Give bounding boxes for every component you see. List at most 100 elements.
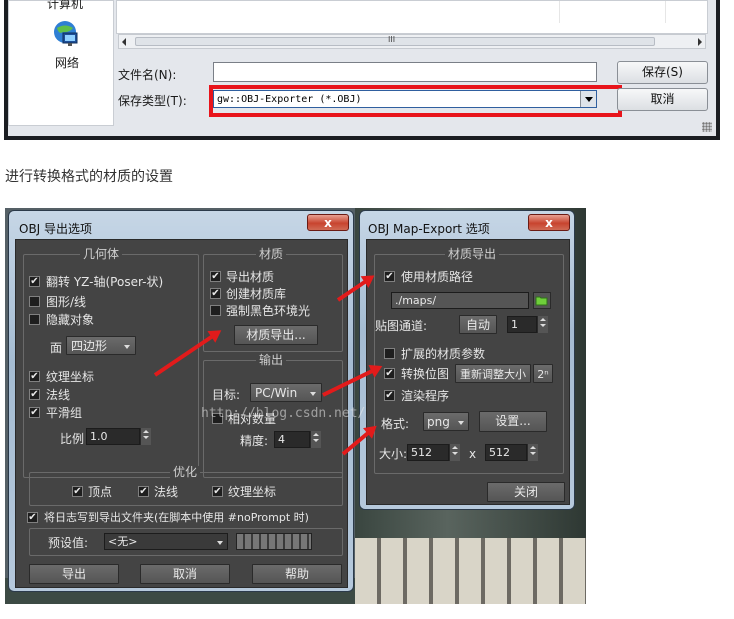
save-dialog: 计算机 网络 III 文件名(N): 保存类型(T): gw::OBJ-Expo…	[4, 0, 720, 140]
filetype-label: 保存类型(T):	[118, 94, 187, 108]
map-export-panel: 材质导出 ✔ 使用材质路径 ./maps/ 贴图通道: 自动 1 扩展的材质参数…	[366, 239, 570, 505]
settings-button[interactable]: 设置...	[479, 411, 547, 432]
close-button[interactable]: x	[307, 214, 349, 231]
preset-buttons-icon[interactable]	[236, 533, 312, 550]
render-procedurals-checkbox[interactable]: ✔	[384, 390, 395, 401]
viewport-scene	[355, 538, 586, 604]
output-title: 输出	[256, 354, 287, 367]
scale-label: 比例	[60, 432, 85, 446]
flip-yz-checkbox[interactable]: ✔	[29, 276, 40, 287]
save-dialog-body: 计算机 网络 III 文件名(N): 保存类型(T): gw::OBJ-Expo…	[8, 0, 716, 136]
opt-normals-checkbox[interactable]: ✔	[138, 486, 149, 497]
optimize-title: 优化	[170, 466, 201, 479]
extended-params-checkbox[interactable]	[384, 348, 395, 359]
optimize-group: 优化 ✔ 顶点 ✔ 法线 ✔ 纹理坐标	[29, 466, 343, 506]
width-spinner[interactable]	[449, 444, 460, 461]
material-path-input[interactable]: ./maps/	[391, 292, 529, 309]
width-input[interactable]: 512	[407, 444, 449, 461]
material-title: 材质	[256, 248, 287, 261]
preset-dropdown[interactable]: <无>	[104, 533, 228, 550]
folder-icon[interactable]	[533, 292, 551, 309]
shapes-lines-label: 图形/线	[46, 295, 87, 309]
window-title: OBJ 导出选项	[19, 222, 93, 236]
file-list[interactable]	[116, 0, 708, 34]
precision-label: 精度:	[240, 434, 269, 448]
auto-button[interactable]: 自动	[459, 315, 497, 334]
convert-bitmaps-label: 转换位图	[401, 367, 450, 381]
material-export-group: 材质导出 ✔ 使用材质路径 ./maps/ 贴图通道: 自动 1 扩展的材质参数…	[374, 248, 564, 474]
power-of-two-button[interactable]: 2ⁿ	[533, 364, 553, 383]
network-icon[interactable]	[51, 19, 79, 49]
scroll-thumb[interactable]: III	[135, 35, 655, 46]
extended-params-label: 扩展的材质参数	[401, 347, 486, 361]
render-procedurals-label: 渲染程序	[401, 389, 450, 403]
scale-spinner[interactable]	[140, 428, 151, 445]
computer-label[interactable]: 计算机	[47, 0, 83, 12]
faces-dropdown[interactable]: 四边形	[66, 336, 136, 355]
places-sidebar: 计算机 网络	[8, 0, 114, 126]
force-black-ambient-label: 强制黑色环境光	[226, 304, 311, 318]
close-dialog-button[interactable]: 关闭	[487, 482, 565, 502]
use-material-path-checkbox[interactable]: ✔	[384, 271, 395, 282]
resize-grip-icon[interactable]	[702, 122, 712, 132]
faces-label: 面	[50, 341, 63, 355]
shapes-lines-checkbox[interactable]	[29, 296, 40, 307]
material-export-button[interactable]: 材质导出...	[234, 325, 318, 345]
scroll-left-arrow-icon[interactable]	[122, 38, 126, 46]
hidden-objects-checkbox[interactable]	[29, 314, 40, 325]
highlight-box	[209, 85, 622, 117]
export-button[interactable]: 导出	[29, 564, 119, 584]
chevron-down-icon	[458, 421, 464, 425]
chevron-down-icon	[217, 541, 223, 545]
scroll-right-arrow-icon[interactable]	[698, 38, 702, 46]
export-materials-label: 导出材质	[226, 270, 275, 284]
texture-coords-checkbox[interactable]: ✔	[29, 371, 40, 382]
force-black-ambient-checkbox[interactable]	[210, 305, 221, 316]
normals-checkbox[interactable]: ✔	[29, 389, 40, 400]
opt-texcoords-checkbox[interactable]: ✔	[212, 486, 223, 497]
preset-label: 预设值:	[48, 536, 89, 550]
faces-value: 四边形	[71, 339, 108, 353]
geometry-title: 几何体	[80, 248, 123, 261]
smoothing-groups-checkbox[interactable]: ✔	[29, 407, 40, 418]
map-channel-label: 贴图通道:	[375, 319, 428, 333]
write-log-checkbox[interactable]: ✔	[27, 512, 38, 523]
filename-label: 文件名(N):	[118, 68, 177, 82]
create-mat-lib-checkbox[interactable]: ✔	[210, 288, 221, 299]
column-divider	[665, 1, 666, 23]
size-x-label: x	[469, 447, 477, 461]
preset-value: <无>	[108, 535, 138, 548]
resize-button[interactable]: 重新调整大小	[455, 364, 531, 383]
map-channel-input[interactable]: 1	[507, 316, 537, 333]
format-dropdown[interactable]: png	[423, 412, 469, 431]
export-materials-checkbox[interactable]: ✔	[210, 271, 221, 282]
height-input[interactable]: 512	[485, 444, 527, 461]
watermark: http://blog.csdn.net/	[201, 406, 366, 421]
cancel-button[interactable]: 取消	[140, 564, 230, 584]
close-button[interactable]: x	[528, 214, 570, 231]
create-mat-lib-label: 创建材质库	[226, 287, 287, 301]
obj-export-window: OBJ 导出选项 x 几何体 ✔ 翻转 YZ-轴(Poser-状) 图形/线 隐…	[8, 210, 354, 592]
convert-bitmaps-checkbox[interactable]: ✔	[384, 368, 395, 379]
caption-text: 进行转换格式的材质的设置	[5, 169, 173, 185]
opt-texcoords-label: 纹理坐标	[228, 485, 277, 499]
filename-input[interactable]	[213, 62, 597, 82]
height-spinner[interactable]	[527, 444, 538, 461]
horizontal-scrollbar[interactable]: III	[118, 34, 706, 49]
precision-spinner[interactable]	[310, 431, 321, 448]
scale-input[interactable]: 1.0	[86, 428, 140, 445]
save-button[interactable]: 保存(S)	[617, 61, 708, 84]
format-value: png	[427, 415, 450, 429]
geometry-group: 几何体 ✔ 翻转 YZ-轴(Poser-状) 图形/线 隐藏对象 面 四边形 ✔…	[23, 248, 199, 478]
chevron-down-icon	[310, 392, 316, 396]
scroll-grip: III	[388, 35, 396, 44]
target-dropdown[interactable]: PC/Win	[250, 383, 322, 402]
export-dialogs-screenshot: OBJ 导出选项 x 几何体 ✔ 翻转 YZ-轴(Poser-状) 图形/线 隐…	[5, 208, 586, 604]
map-channel-spinner[interactable]	[537, 316, 548, 333]
help-button[interactable]: 帮助	[252, 564, 342, 584]
precision-input[interactable]: 4	[274, 431, 310, 448]
opt-vertices-checkbox[interactable]: ✔	[72, 486, 83, 497]
cancel-button[interactable]: 取消	[617, 88, 708, 111]
network-label[interactable]: 网络	[55, 54, 79, 71]
preset-group: 预设值: <无>	[29, 528, 343, 556]
